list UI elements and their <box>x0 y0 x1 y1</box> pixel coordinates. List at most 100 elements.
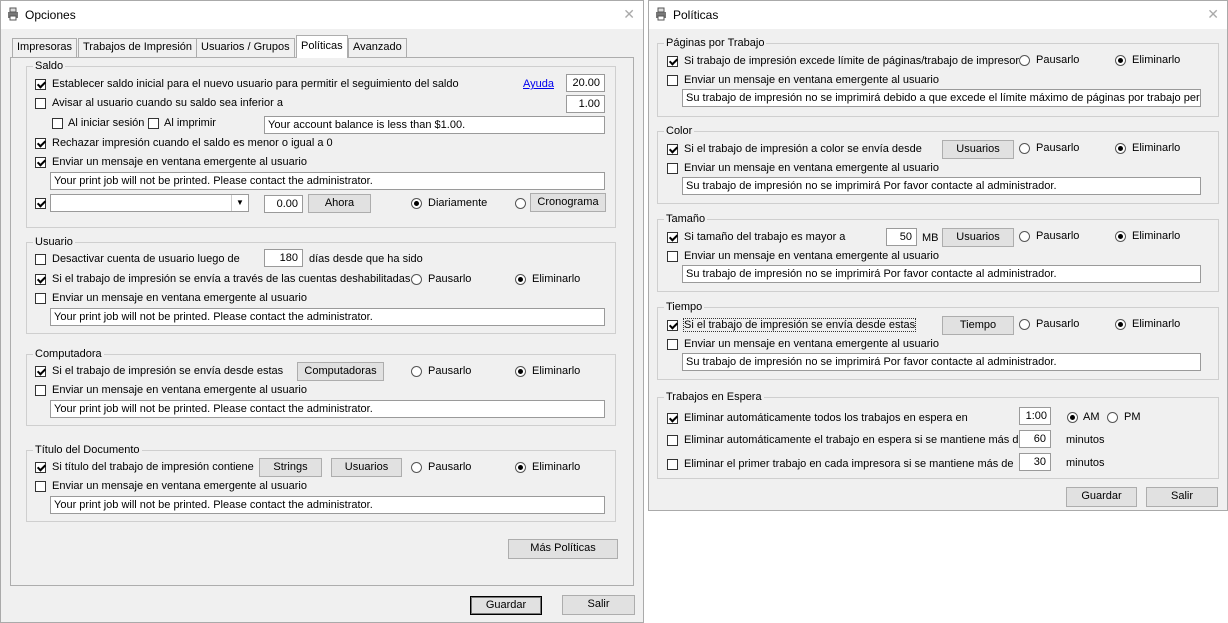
tamano-pause-label: Pausarlo <box>1036 230 1080 242</box>
color-pause-label: Pausarlo <box>1036 142 1080 154</box>
espera-first-job-input[interactable]: 30 <box>1019 453 1051 471</box>
usuario-delete-radio[interactable] <box>515 274 526 285</box>
tab-trabajos[interactable]: Trabajos de Impresión <box>78 38 198 57</box>
notify-low-balance-input[interactable]: 1.00 <box>566 95 605 113</box>
close-icon[interactable]: ✕ <box>1207 6 1219 23</box>
computadora-popup-label: Enviar un mensaje en ventana emergente a… <box>52 384 307 396</box>
color-delete-label: Eliminarlo <box>1132 142 1181 154</box>
espera-auto-held-checkbox[interactable] <box>667 435 678 446</box>
tamano-pause-radio[interactable] <box>1019 231 1030 242</box>
titulo-users-button[interactable]: Usuarios <box>331 458 402 477</box>
tiempo-popup-checkbox[interactable] <box>667 339 678 350</box>
politicas-save-button[interactable]: Guardar <box>1066 487 1137 507</box>
tamano-popup-checkbox[interactable] <box>667 251 678 262</box>
espera-auto-all-checkbox[interactable] <box>667 413 678 424</box>
am-radio[interactable] <box>1067 412 1078 423</box>
usuario-pause-radio[interactable] <box>411 274 422 285</box>
on-login-checkbox[interactable] <box>52 118 63 129</box>
politicas-exit-button[interactable]: Salir <box>1146 487 1218 507</box>
color-label: Si el trabajo de impresión a color se en… <box>684 143 922 155</box>
saldo-popup-message-input[interactable]: Your print job will not be printed. Plea… <box>50 172 605 190</box>
titulo-popup-message-input[interactable]: Your print job will not be printed. Plea… <box>50 496 605 514</box>
color-pause-radio[interactable] <box>1019 143 1030 154</box>
color-checkbox[interactable] <box>667 144 678 155</box>
schedule-combobox[interactable]: ▼ <box>50 194 249 212</box>
paginas-delete-label: Eliminarlo <box>1132 54 1181 66</box>
usuario-popup-checkbox[interactable] <box>35 293 46 304</box>
saldo-popup-checkbox[interactable] <box>35 157 46 168</box>
low-balance-message-input[interactable]: Your account balance is less than $1.00. <box>264 116 605 134</box>
chevron-down-icon[interactable]: ▼ <box>231 195 248 211</box>
tamano-checkbox[interactable] <box>667 232 678 243</box>
espera-auto-held-input[interactable]: 60 <box>1019 430 1051 448</box>
help-link[interactable]: Ayuda <box>523 78 554 90</box>
titulo-contains-checkbox[interactable] <box>35 462 46 473</box>
tiempo-pause-radio[interactable] <box>1019 319 1030 330</box>
color-popup-message-input[interactable]: Su trabajo de impresión no se imprimirá … <box>682 177 1201 195</box>
schedule-checkbox[interactable] <box>35 198 46 209</box>
titulo-delete-radio[interactable] <box>515 462 526 473</box>
initial-balance-input[interactable]: 20.00 <box>566 74 605 92</box>
deactivate-account-checkbox[interactable] <box>35 254 46 265</box>
tab-impresoras[interactable]: Impresoras <box>12 38 78 57</box>
printer-app-icon <box>656 7 666 21</box>
titulo-documento-group-title: Título del Documento <box>33 444 142 456</box>
tiempo-delete-radio[interactable] <box>1115 319 1126 330</box>
tamano-size-input[interactable]: 50 <box>886 228 917 246</box>
paginas-popup-checkbox[interactable] <box>667 75 678 86</box>
exit-button[interactable]: Salir <box>562 595 635 615</box>
save-button[interactable]: Guardar <box>470 596 542 615</box>
now-button[interactable]: Ahora <box>308 194 371 213</box>
paginas-popup-message-input[interactable]: Su trabajo de impresión no se imprimirá … <box>682 89 1201 107</box>
on-print-checkbox[interactable] <box>148 118 159 129</box>
computadora-popup-checkbox[interactable] <box>35 385 46 396</box>
close-icon[interactable]: ✕ <box>623 6 635 23</box>
color-users-button[interactable]: Usuarios <box>942 140 1014 159</box>
pm-radio[interactable] <box>1107 412 1118 423</box>
deactivate-days-input[interactable]: 180 <box>264 249 303 267</box>
tamano-popup-message-input[interactable]: Su trabajo de impresión no se imprimirá … <box>682 265 1201 283</box>
deactivate-account-label: Desactivar cuenta de usuario luego de <box>52 253 240 265</box>
color-delete-radio[interactable] <box>1115 143 1126 154</box>
initial-balance-checkbox[interactable] <box>35 79 46 90</box>
notify-low-balance-checkbox[interactable] <box>35 98 46 109</box>
usuario-popup-message-input[interactable]: Your print job will not be printed. Plea… <box>50 308 605 326</box>
tamano-popup-label: Enviar un mensaje en ventana emergente a… <box>684 250 939 262</box>
more-policies-button[interactable]: Más Políticas <box>508 539 618 559</box>
notify-low-balance-label: Avisar al usuario cuando su saldo sea in… <box>52 97 283 109</box>
espera-auto-all-time-input[interactable]: 1:00 <box>1019 407 1051 425</box>
computadora-delete-radio[interactable] <box>515 366 526 377</box>
schedule-amount-input[interactable]: 0.00 <box>264 195 303 213</box>
window-title: Opciones <box>25 8 76 22</box>
paginas-pause-radio[interactable] <box>1019 55 1030 66</box>
computers-button[interactable]: Computadoras <box>297 362 384 381</box>
titulo-popup-checkbox[interactable] <box>35 481 46 492</box>
color-popup-checkbox[interactable] <box>667 163 678 174</box>
tamano-delete-radio[interactable] <box>1115 231 1126 242</box>
tiempo-checkbox[interactable] <box>667 320 678 331</box>
computadora-pause-radio[interactable] <box>411 366 422 377</box>
paginas-delete-radio[interactable] <box>1115 55 1126 66</box>
am-label: AM <box>1083 411 1100 423</box>
schedule-radio[interactable] <box>515 198 526 209</box>
computadora-checkbox[interactable] <box>35 366 46 377</box>
titulo-pause-radio[interactable] <box>411 462 422 473</box>
strings-button[interactable]: Strings <box>259 458 322 477</box>
tiempo-popup-message-input[interactable]: Su trabajo de impresión no se imprimirá … <box>682 353 1201 371</box>
espera-group-title: Trabajos en Espera <box>664 391 764 403</box>
computadora-popup-message-input[interactable]: Your print job will not be printed. Plea… <box>50 400 605 418</box>
tiempo-button[interactable]: Tiempo <box>942 316 1014 335</box>
reject-print-checkbox[interactable] <box>35 138 46 149</box>
espera-first-job-checkbox[interactable] <box>667 459 678 470</box>
tamano-users-button[interactable]: Usuarios <box>942 228 1014 247</box>
paginas-checkbox[interactable] <box>667 56 678 67</box>
opciones-titlebar[interactable]: Opciones ✕ <box>1 1 643 29</box>
tab-politicas[interactable]: Políticas <box>296 35 348 58</box>
daily-radio[interactable] <box>411 198 422 209</box>
politicas-titlebar[interactable]: Políticas ✕ <box>649 1 1227 29</box>
disabled-accounts-checkbox[interactable] <box>35 274 46 285</box>
titulo-pause-label: Pausarlo <box>428 461 472 473</box>
schedule-button[interactable]: Cronograma <box>530 193 606 212</box>
tab-avanzado[interactable]: Avanzado <box>348 38 407 57</box>
tab-usuarios-grupos[interactable]: Usuarios / Grupos <box>196 38 295 57</box>
